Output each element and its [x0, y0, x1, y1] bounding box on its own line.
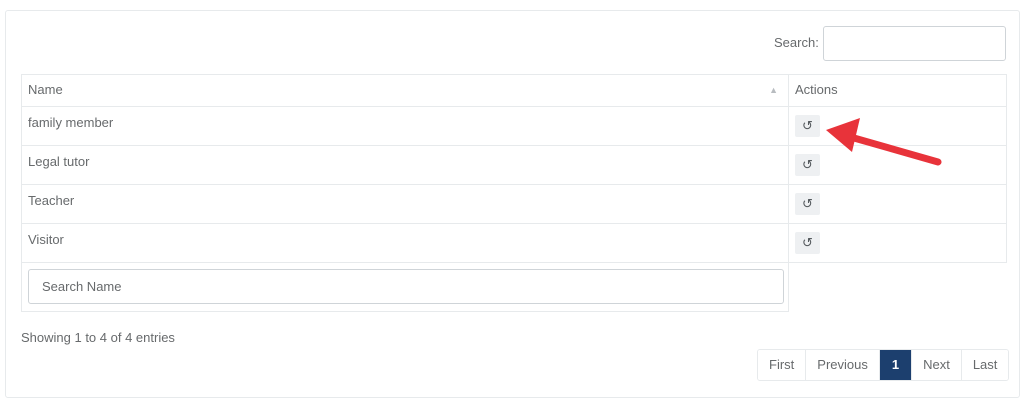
column-filter-row [21, 262, 1007, 312]
cell-name: Teacher [21, 184, 789, 224]
global-search-input[interactable] [823, 26, 1006, 61]
sort-asc-icon: ▲ [769, 85, 778, 95]
pagination: First Previous 1 Next Last [757, 349, 1010, 381]
table-row: Visitor ↺ [21, 223, 1007, 263]
page-current-button[interactable]: 1 [879, 350, 913, 380]
cell-actions: ↺ [788, 184, 1007, 224]
undo-icon: ↺ [802, 157, 813, 172]
page-next-button[interactable]: Next [912, 350, 962, 380]
column-header-name-label: Name [28, 82, 63, 97]
undo-button[interactable]: ↺ [795, 232, 820, 254]
page-last-button[interactable]: Last [961, 350, 1009, 380]
column-header-actions-label: Actions [795, 82, 838, 97]
cell-actions: ↺ [788, 223, 1007, 263]
undo-button[interactable]: ↺ [795, 115, 820, 137]
column-header-name[interactable]: Name ▲ [21, 74, 789, 107]
undo-button[interactable]: ↺ [795, 193, 820, 215]
table-row: family member ↺ [21, 106, 1007, 146]
cell-name: family member [21, 106, 789, 146]
page-first-button[interactable]: First [758, 350, 807, 380]
cell-actions: ↺ [788, 145, 1007, 185]
undo-icon: ↺ [802, 118, 813, 133]
undo-icon: ↺ [802, 196, 813, 211]
column-header-actions: Actions [788, 74, 1007, 107]
entries-info: Showing 1 to 4 of 4 entries [21, 330, 175, 345]
table-header-row: Name ▲ Actions [21, 74, 1007, 107]
search-label: Search: [774, 35, 819, 50]
name-filter-input[interactable] [28, 269, 784, 304]
name-filter-cell [21, 262, 789, 312]
cell-name: Legal tutor [21, 145, 789, 185]
undo-icon: ↺ [802, 235, 813, 250]
page-previous-button[interactable]: Previous [806, 350, 880, 380]
roles-table: Name ▲ Actions family member ↺ Legal tut… [21, 74, 1007, 312]
cell-actions: ↺ [788, 106, 1007, 146]
table-row: Legal tutor ↺ [21, 145, 1007, 185]
table-row: Teacher ↺ [21, 184, 1007, 224]
undo-button[interactable]: ↺ [795, 154, 820, 176]
empty-filter-cell [789, 263, 1007, 312]
cell-name: Visitor [21, 223, 789, 263]
